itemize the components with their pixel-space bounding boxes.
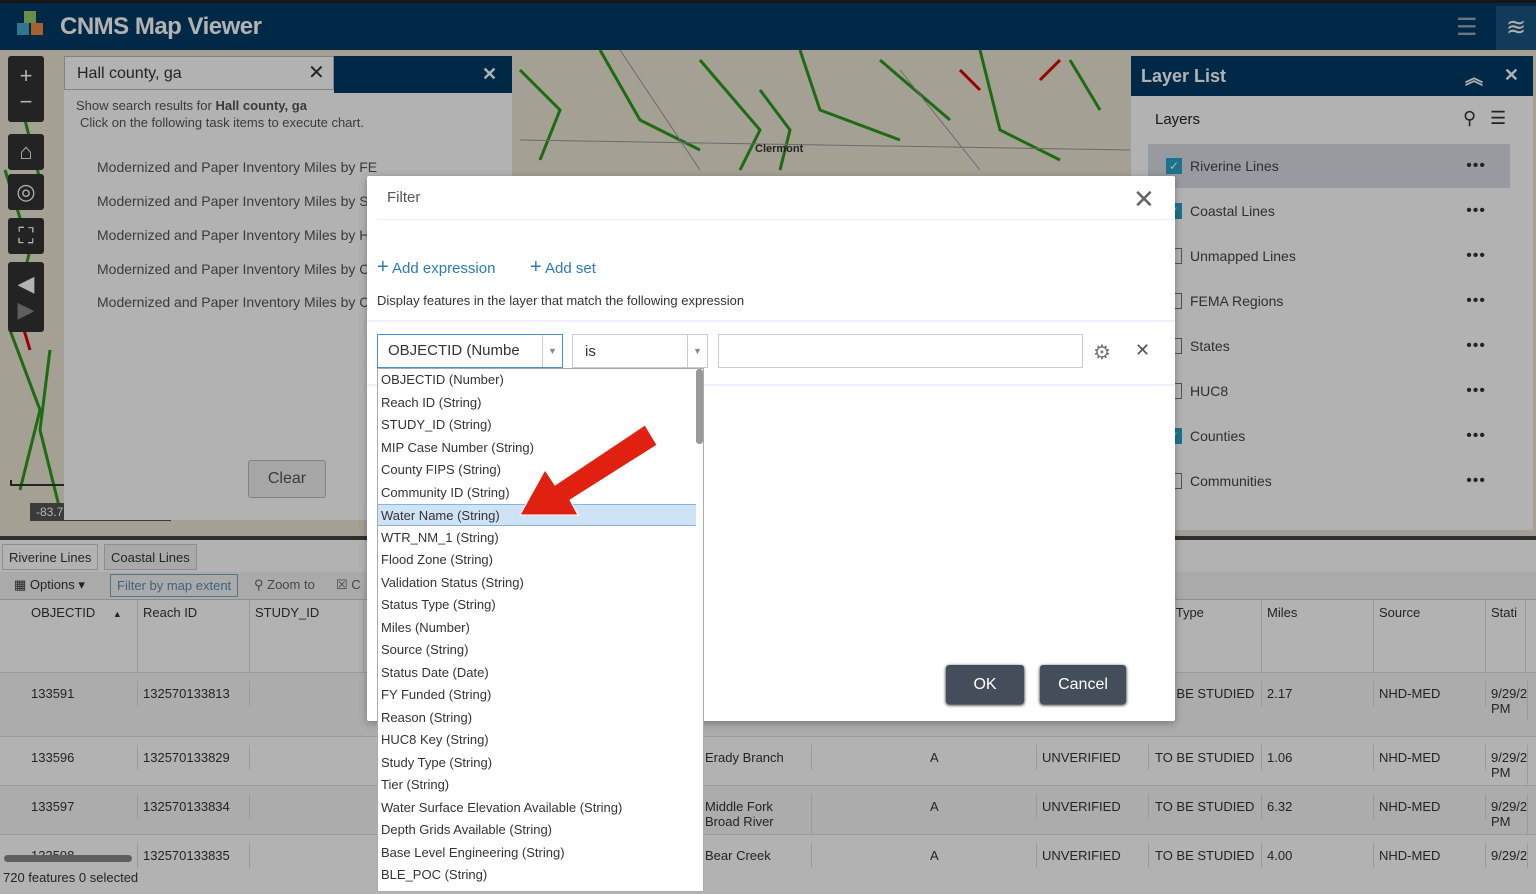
field-option[interactable]: Study Type (String) [378, 752, 696, 774]
field-option[interactable]: OBJECTID (Number) [378, 369, 696, 391]
field-option[interactable]: Miles (Number) [378, 617, 696, 639]
dropdown-scrollbar[interactable] [696, 369, 703, 444]
close-icon[interactable]: ✕ [1133, 184, 1155, 215]
add-expression-button[interactable]: + Add expression [377, 256, 495, 279]
add-set-button[interactable]: + Add set [530, 256, 596, 279]
delete-expression-icon[interactable]: ✕ [1135, 340, 1150, 361]
red-arrow-annotation [519, 424, 658, 516]
cancel-button[interactable]: Cancel [1040, 665, 1126, 704]
plus-icon: + [530, 256, 542, 278]
value-input[interactable] [718, 334, 1083, 368]
filter-description: Display features in the layer that match… [377, 293, 745, 308]
field-option[interactable]: HUC8 Key (String) [378, 729, 696, 751]
field-option[interactable]: Tier (String) [378, 774, 696, 796]
field-option[interactable]: Status Type (String) [378, 594, 696, 616]
dialog-title: Filter [387, 189, 421, 206]
field-option[interactable]: Reach ID (String) [378, 392, 696, 414]
ok-button[interactable]: OK [946, 665, 1024, 704]
plus-icon: + [377, 256, 389, 278]
field-option[interactable]: Base Level Engineering (String) [378, 842, 696, 864]
gear-icon[interactable]: ⚙ [1093, 340, 1111, 365]
field-option[interactable]: Flood Zone (String) [378, 549, 696, 571]
field-option[interactable]: Reason (String) [378, 707, 696, 729]
field-option[interactable]: Depth Grids Available (String) [378, 819, 696, 841]
field-option[interactable]: WTR_NM_1 (String) [378, 527, 696, 549]
chevron-down-icon: ▼ [687, 335, 707, 367]
field-option[interactable]: Water Surface Elevation Available (Strin… [378, 797, 696, 819]
field-select[interactable]: OBJECTID (Numbe ▼ [377, 334, 563, 368]
field-option[interactable]: FY Funded (String) [378, 684, 696, 706]
field-option[interactable]: BLE_POC (String) [378, 864, 696, 886]
field-option[interactable]: Source (String) [378, 639, 696, 661]
field-option[interactable]: Status Date (Date) [378, 662, 696, 684]
field-option[interactable]: Validation Status (String) [378, 572, 696, 594]
operator-select[interactable]: is ▼ [572, 334, 708, 368]
chevron-down-icon: ▼ [542, 335, 562, 367]
